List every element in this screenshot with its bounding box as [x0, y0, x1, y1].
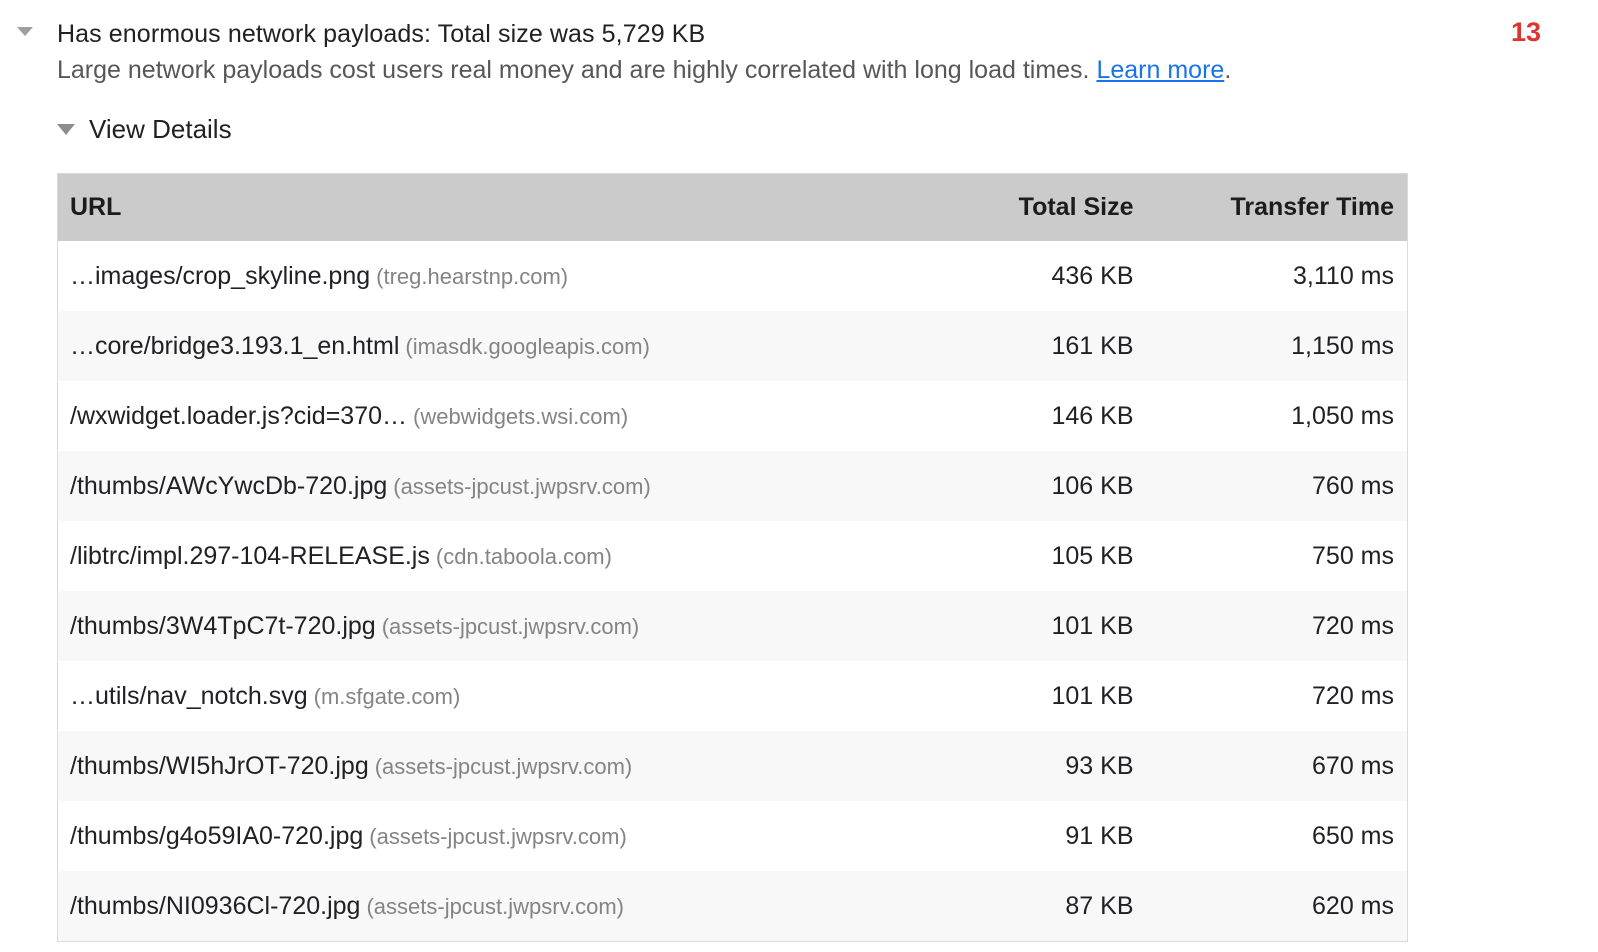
table-header-row: URL Total Size Transfer Time [58, 174, 1408, 242]
url-host: (assets-jpcust.jwpsrv.com) [393, 474, 651, 499]
column-header-url: URL [58, 174, 947, 242]
url-cell: …images/crop_skyline.png(treg.hearstnp.c… [58, 241, 947, 311]
url-host: (treg.hearstnp.com) [376, 264, 568, 289]
total-size-cell: 93 KB [947, 731, 1147, 801]
audit-description-text: Large network payloads cost users real m… [57, 56, 1090, 84]
chevron-down-icon [57, 124, 75, 135]
url-host: (cdn.taboola.com) [436, 544, 612, 569]
url-path: /thumbs/g4o59IA0-720.jpg [70, 822, 363, 850]
transfer-time-cell: 1,050 ms [1147, 381, 1408, 451]
view-details-toggle[interactable]: View Details [57, 114, 232, 145]
table-row: …images/crop_skyline.png(treg.hearstnp.c… [58, 241, 1408, 311]
total-size-cell: 91 KB [947, 801, 1147, 871]
transfer-time-cell: 750 ms [1147, 521, 1408, 591]
audit-description: Large network payloads cost users real m… [57, 52, 1478, 88]
url-host: (webwidgets.wsi.com) [413, 404, 628, 429]
table-row: /libtrc/impl.297-104-RELEASE.js(cdn.tabo… [58, 521, 1408, 591]
transfer-time-cell: 760 ms [1147, 451, 1408, 521]
url-host: (assets-jpcust.jwpsrv.com) [382, 614, 640, 639]
url-path: …core/bridge3.193.1_en.html [70, 332, 399, 360]
total-size-cell: 106 KB [947, 451, 1147, 521]
transfer-time-cell: 3,110 ms [1147, 241, 1408, 311]
url-path: /wxwidget.loader.js?cid=370… [70, 402, 407, 430]
failing-items-count-badge: 13 [1511, 17, 1541, 48]
url-path: /thumbs/WI5hJrOT-720.jpg [70, 752, 369, 780]
table-row: /thumbs/3W4TpC7t-720.jpg(assets-jpcust.j… [58, 591, 1408, 661]
transfer-time-cell: 650 ms [1147, 801, 1408, 871]
total-size-cell: 87 KB [947, 871, 1147, 942]
url-cell: /libtrc/impl.297-104-RELEASE.js(cdn.tabo… [58, 521, 947, 591]
url-cell: /thumbs/AWcYwcDb-720.jpg(assets-jpcust.j… [58, 451, 947, 521]
audit-title: Has enormous network payloads: Total siz… [57, 16, 1478, 52]
url-path: /thumbs/AWcYwcDb-720.jpg [70, 472, 387, 500]
url-host: (assets-jpcust.jwpsrv.com) [375, 754, 633, 779]
url-cell: …utils/nav_notch.svg(m.sfgate.com) [58, 661, 947, 731]
table-row: …core/bridge3.193.1_en.html(imasdk.googl… [58, 311, 1408, 381]
table-row: …utils/nav_notch.svg(m.sfgate.com)101 KB… [58, 661, 1408, 731]
url-cell: /wxwidget.loader.js?cid=370…(webwidgets.… [58, 381, 947, 451]
audit-panel: 13 Has enormous network payloads: Total … [0, 0, 1598, 952]
table-row: /thumbs/AWcYwcDb-720.jpg(assets-jpcust.j… [58, 451, 1408, 521]
total-size-cell: 436 KB [947, 241, 1147, 311]
table-row: /wxwidget.loader.js?cid=370…(webwidgets.… [58, 381, 1408, 451]
url-host: (assets-jpcust.jwpsrv.com) [369, 824, 627, 849]
transfer-time-cell: 620 ms [1147, 871, 1408, 942]
url-path: /thumbs/NI0936Cl-720.jpg [70, 892, 360, 920]
url-cell: …core/bridge3.193.1_en.html(imasdk.googl… [58, 311, 947, 381]
total-size-cell: 101 KB [947, 591, 1147, 661]
column-header-transfer-time: Transfer Time [1147, 174, 1408, 242]
url-path: …images/crop_skyline.png [70, 262, 370, 290]
column-header-total-size: Total Size [947, 174, 1147, 242]
total-size-cell: 161 KB [947, 311, 1147, 381]
url-path: /libtrc/impl.297-104-RELEASE.js [70, 542, 430, 570]
url-cell: /thumbs/WI5hJrOT-720.jpg(assets-jpcust.j… [58, 731, 947, 801]
url-cell: /thumbs/NI0936Cl-720.jpg(assets-jpcust.j… [58, 871, 947, 942]
collapse-audit-arrow-icon[interactable] [17, 27, 33, 36]
audit-description-period: . [1224, 56, 1231, 84]
network-payloads-table: URL Total Size Transfer Time …images/cro… [57, 173, 1408, 942]
transfer-time-cell: 1,150 ms [1147, 311, 1408, 381]
view-details-label: View Details [89, 114, 232, 145]
transfer-time-cell: 720 ms [1147, 661, 1408, 731]
url-path: …utils/nav_notch.svg [70, 682, 308, 710]
total-size-cell: 146 KB [947, 381, 1147, 451]
table-row: /thumbs/NI0936Cl-720.jpg(assets-jpcust.j… [58, 871, 1408, 942]
total-size-cell: 105 KB [947, 521, 1147, 591]
table-row: /thumbs/WI5hJrOT-720.jpg(assets-jpcust.j… [58, 731, 1408, 801]
url-host: (imasdk.googleapis.com) [405, 334, 650, 359]
learn-more-link[interactable]: Learn more [1096, 56, 1224, 84]
url-path: /thumbs/3W4TpC7t-720.jpg [70, 612, 376, 640]
audit-header: Has enormous network payloads: Total siz… [57, 16, 1478, 88]
url-cell: /thumbs/3W4TpC7t-720.jpg(assets-jpcust.j… [58, 591, 947, 661]
total-size-cell: 101 KB [947, 661, 1147, 731]
transfer-time-cell: 670 ms [1147, 731, 1408, 801]
transfer-time-cell: 720 ms [1147, 591, 1408, 661]
table-row: /thumbs/g4o59IA0-720.jpg(assets-jpcust.j… [58, 801, 1408, 871]
url-host: (assets-jpcust.jwpsrv.com) [366, 894, 624, 919]
url-host: (m.sfgate.com) [314, 684, 461, 709]
url-cell: /thumbs/g4o59IA0-720.jpg(assets-jpcust.j… [58, 801, 947, 871]
